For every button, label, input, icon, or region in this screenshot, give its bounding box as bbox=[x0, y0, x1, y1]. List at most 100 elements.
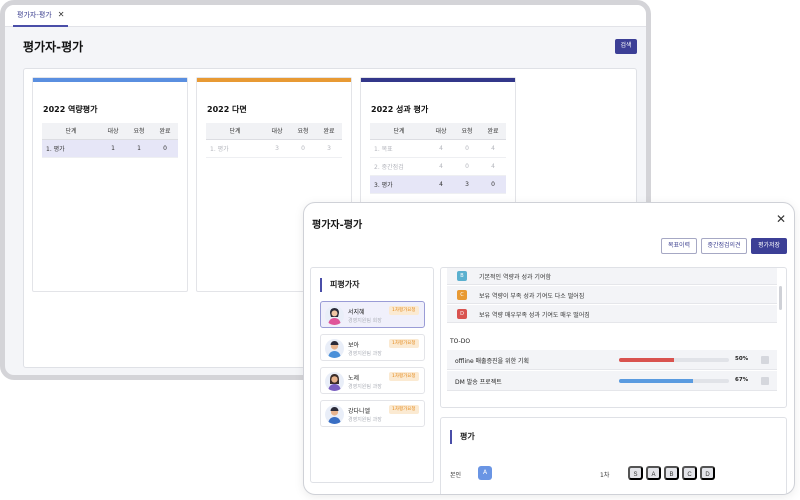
evaluatee-dept: 경영지원팀 과장 bbox=[348, 351, 382, 357]
stage-table: 단계 대상 요청 완료 1. 목표 4 0 4 2. 중간점검 4 0 4 3.… bbox=[370, 123, 506, 194]
avatar bbox=[325, 306, 344, 325]
col-header: 요청 bbox=[290, 123, 316, 140]
col-header: 단계 bbox=[206, 123, 264, 140]
grade-option-button[interactable]: S bbox=[628, 466, 643, 480]
status-badge: 1차평가요청 bbox=[389, 372, 419, 381]
todo-row[interactable]: offline 매출증진을 위한 기획 50% bbox=[447, 350, 777, 370]
save-evaluation-button[interactable]: 평가저장 bbox=[751, 238, 787, 254]
evaluatee-item[interactable]: 강다니엘 경영지원팀 과장 1차평가요청 bbox=[320, 400, 425, 427]
table-row[interactable]: 1. 평가 1 1 0 bbox=[42, 139, 178, 158]
evaluatee-item[interactable]: 보아 경영지원팀 과장 1차평가요청 bbox=[320, 334, 425, 361]
tab-bar: 평가자-평가 ✕ bbox=[5, 5, 646, 27]
evaluatee-dept: 경영지원팀 회장 bbox=[348, 318, 382, 324]
target-cell: 4 bbox=[428, 157, 454, 176]
goals-panel: B 기본적인 역량과 성과 기여함 C 보유 역량이 부족 성과 기여도 다소 … bbox=[440, 267, 787, 408]
evaluatee-item[interactable]: 서지혜 경영지원팀 회장 1차평가요청 bbox=[320, 301, 425, 328]
target-cell: 3 bbox=[264, 139, 290, 158]
card-title: 2022 성과 평가 bbox=[371, 105, 429, 114]
progress-bar bbox=[619, 358, 729, 362]
evaluatee-name: 서지혜 bbox=[348, 309, 365, 316]
progress-bar bbox=[619, 379, 729, 383]
card-accent-bar bbox=[361, 78, 515, 82]
evaluatee-panel: 피평가자 서지혜 경영지원팀 회장 1차평가요청 보아 경영지원팀 과장 1차평… bbox=[310, 267, 434, 483]
grade-badge: C bbox=[457, 290, 467, 300]
progress-percent: 67% bbox=[735, 377, 749, 383]
status-badge: 1차평가요청 bbox=[389, 405, 419, 414]
grade-option-button[interactable]: D bbox=[700, 466, 715, 480]
avatar bbox=[325, 372, 344, 391]
todo-name: offline 매출증진을 위한 기획 bbox=[455, 358, 530, 365]
grade-option-button[interactable]: B bbox=[664, 466, 679, 480]
status-badge: 1차평가요청 bbox=[389, 339, 419, 348]
request-cell: 0 bbox=[290, 139, 316, 158]
table-row[interactable]: 1. 평가 3 0 3 bbox=[206, 139, 342, 158]
col-header: 대상 bbox=[264, 123, 290, 140]
request-cell: 3 bbox=[454, 175, 480, 194]
done-cell: 4 bbox=[480, 157, 506, 176]
col-header: 요청 bbox=[454, 123, 480, 140]
col-header: 대상 bbox=[428, 123, 454, 140]
close-icon[interactable]: ✕ bbox=[58, 5, 65, 26]
target-cell: 4 bbox=[428, 175, 454, 194]
request-cell: 0 bbox=[454, 157, 480, 176]
evaluation-panel: 평가 본인 A 1차 S A B C D bbox=[440, 417, 787, 494]
col-header: 요청 bbox=[126, 123, 152, 140]
tab-evaluator-evaluation[interactable]: 평가자-평가 ✕ bbox=[13, 5, 69, 27]
avatar bbox=[325, 405, 344, 424]
todo-row[interactable]: DM 발송 프로젝트 67% bbox=[447, 371, 777, 391]
evaluatee-name: 보아 bbox=[348, 342, 360, 349]
grade-badge: D bbox=[457, 309, 467, 319]
evaluatee-dept: 경영지원팀 과장 bbox=[348, 417, 382, 423]
col-header: 대상 bbox=[100, 123, 126, 140]
table-row[interactable]: 2. 중간점검 4 0 4 bbox=[370, 157, 506, 176]
col-header: 완료 bbox=[316, 123, 342, 140]
col-header: 단계 bbox=[370, 123, 428, 140]
stage-cell: 1. 평가 bbox=[206, 139, 264, 158]
evaluatee-name: 강다니엘 bbox=[348, 408, 371, 415]
grade-row: B 기본적인 역량과 성과 기여함 bbox=[447, 268, 777, 285]
grade-row: C 보유 역량이 부족 성과 기여도 다소 떨어짐 bbox=[447, 286, 777, 304]
grade-badge: B bbox=[457, 271, 467, 281]
evaluatee-item[interactable]: 노제 경영지원팀 과장 1차평가요청 bbox=[320, 367, 425, 394]
grade-description: 보유 역량 매우부족 성과 기여도 매우 떨어짐 bbox=[479, 312, 590, 319]
stage-table: 단계 대상 요청 완료 1. 평가 1 1 0 bbox=[42, 123, 178, 158]
midcheck-opinion-button[interactable]: 중간점검의견 bbox=[701, 238, 747, 254]
col-header: 완료 bbox=[480, 123, 506, 140]
panel-header: 피평가자 bbox=[320, 278, 359, 292]
todo-title: TO-DO bbox=[450, 338, 471, 345]
evaluation-modal: 평가자-평가 ✕ 목표이력 중간점검의견 평가저장 피평가자 서지혜 경영지원팀… bbox=[303, 202, 795, 495]
stage-cell: 2. 중간점검 bbox=[370, 157, 428, 176]
request-cell: 1 bbox=[126, 139, 152, 158]
grade-description: 기본적인 역량과 성과 기여함 bbox=[479, 274, 551, 281]
target-cell: 4 bbox=[428, 139, 454, 158]
self-grade-badge: A bbox=[478, 466, 492, 480]
progress-percent: 50% bbox=[735, 356, 749, 362]
grade-option-button[interactable]: A bbox=[646, 466, 661, 480]
card-title: 2022 역량평가 bbox=[43, 105, 98, 114]
panel-header: 평가 bbox=[450, 430, 475, 444]
detail-icon[interactable] bbox=[761, 377, 769, 385]
table-row[interactable]: 3. 평가 4 3 0 bbox=[370, 175, 506, 194]
stage-cell: 1. 목표 bbox=[370, 139, 428, 158]
evaluatee-dept: 경영지원팀 과장 bbox=[348, 384, 382, 390]
table-row[interactable]: 1. 목표 4 0 4 bbox=[370, 139, 506, 158]
page-title: 평가자-평가 bbox=[23, 40, 84, 54]
evaluation-card[interactable]: 2022 역량평가 단계 대상 요청 완료 1. 평가 1 1 0 bbox=[32, 77, 188, 292]
col-header: 완료 bbox=[152, 123, 178, 140]
avatar bbox=[325, 339, 344, 358]
todo-name: DM 발송 프로젝트 bbox=[455, 379, 502, 386]
search-button[interactable]: 검색 bbox=[615, 39, 637, 54]
done-cell: 0 bbox=[152, 139, 178, 158]
scrollbar[interactable] bbox=[779, 286, 782, 310]
card-accent-bar bbox=[197, 78, 351, 82]
close-icon[interactable]: ✕ bbox=[776, 213, 786, 225]
grade-option-button[interactable]: C bbox=[682, 466, 697, 480]
col-header: 단계 bbox=[42, 123, 100, 140]
card-title: 2022 다면 bbox=[207, 105, 247, 114]
detail-icon[interactable] bbox=[761, 356, 769, 364]
done-cell: 0 bbox=[480, 175, 506, 194]
progress-fill bbox=[619, 379, 693, 383]
request-cell: 0 bbox=[454, 139, 480, 158]
goal-history-button[interactable]: 목표이력 bbox=[661, 238, 697, 254]
done-cell: 3 bbox=[316, 139, 342, 158]
